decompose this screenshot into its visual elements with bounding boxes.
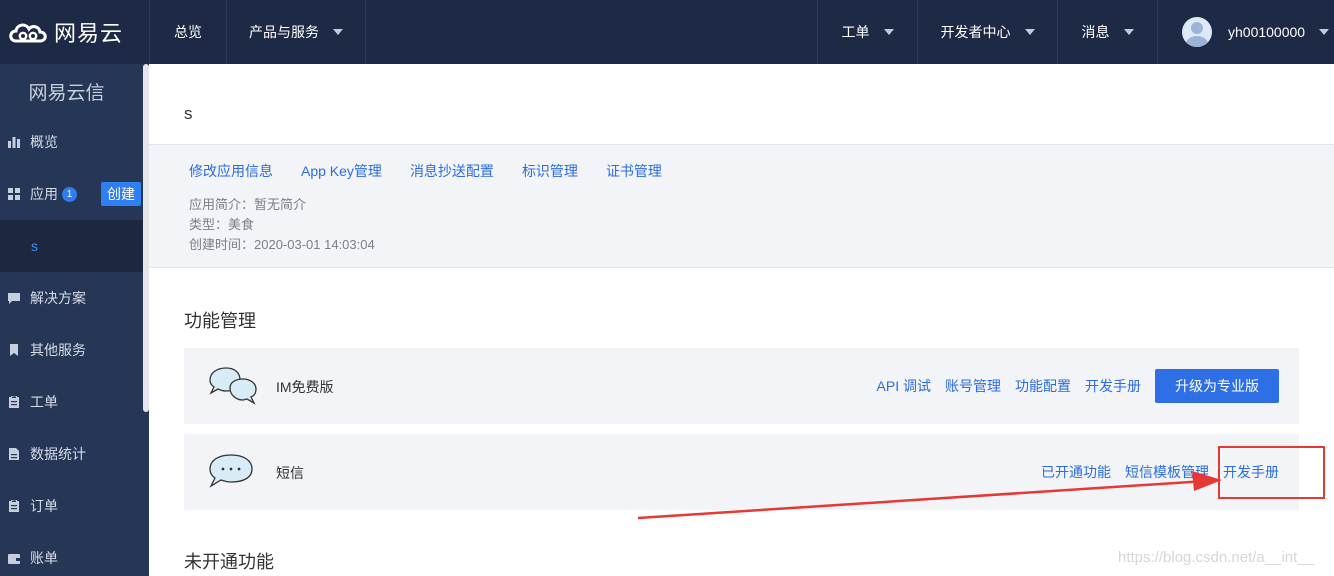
create-app-button[interactable]: 创建 (101, 182, 141, 206)
nav-dev-center-dropdown[interactable]: 开发者中心 (917, 0, 1057, 64)
nav-products-label: 产品与服务 (249, 24, 319, 40)
sidebar-item-label: 其他服务 (30, 342, 86, 358)
speech-bubble-icon (209, 454, 253, 488)
clipboard-icon (9, 500, 19, 512)
function-links-im: API 调试 账号管理 功能配置 开发手册 升级为专业版 (877, 348, 1279, 424)
avatar (1182, 17, 1212, 47)
function-name-sms: 短信 (276, 465, 304, 481)
sidebar-item-label: 账单 (30, 550, 58, 566)
account-manage-link[interactable]: 账号管理 (945, 376, 1001, 396)
sidebar-item-other-services[interactable]: 其他服务 (0, 324, 143, 376)
brand-name: 网易云 (54, 21, 124, 46)
wallet-icon (8, 554, 20, 564)
username: yh00100000 (1228, 24, 1306, 40)
app-created-time: 创建时间：2020-03-01 14:03:04 (189, 237, 375, 252)
nav-messages-label: 消息 (1081, 24, 1110, 40)
im-dev-manual-link[interactable]: 开发手册 (1085, 376, 1141, 396)
bookmark-icon (10, 344, 18, 356)
app-action-links: 修改应用信息 App Key管理 消息抄送配置 标识管理 证书管理 (189, 161, 662, 181)
nav-products-dropdown[interactable]: 产品与服务 (226, 0, 366, 64)
message-cc-config-link[interactable]: 消息抄送配置 (410, 161, 494, 181)
sidebar-item-label: 解决方案 (30, 290, 86, 306)
document-icon (9, 448, 19, 460)
enabled-functions-link[interactable]: 已开通功能 (1041, 462, 1111, 482)
sidebar-item-app-s[interactable]: s (0, 220, 143, 272)
function-config-link[interactable]: 功能配置 (1015, 376, 1071, 396)
nav-overview[interactable]: 总览 (149, 0, 226, 64)
sidebar-item-label: s (31, 238, 38, 254)
cloud-logo-icon (9, 23, 47, 43)
nav-tickets-dropdown[interactable]: 工单 (817, 0, 917, 64)
chevron-down-icon (1319, 29, 1330, 35)
page-title: s (184, 104, 193, 123)
nav-overview-label: 总览 (174, 24, 202, 40)
sidebar-item-orders[interactable]: 订单 (0, 480, 143, 532)
app-type: 类型：美食 (189, 217, 255, 232)
sidebar-item-label: 订单 (30, 498, 58, 514)
sidebar-item-label: 数据统计 (30, 446, 86, 462)
bar-chart-icon (8, 137, 20, 148)
edit-app-info-link[interactable]: 修改应用信息 (189, 161, 273, 181)
function-row-im: IM免费版 API 调试 账号管理 功能配置 开发手册 升级为专业版 (184, 348, 1299, 424)
sidebar-item-overview[interactable]: 概览 (0, 116, 143, 168)
app-count-badge: 1 (62, 186, 77, 202)
chevron-down-icon (333, 29, 343, 35)
nav-dev-center-label: 开发者中心 (940, 24, 1011, 40)
chevron-down-icon (1024, 29, 1035, 35)
function-name-im: IM免费版 (276, 379, 334, 395)
sidebar-item-bills[interactable]: 账单 (0, 532, 143, 576)
app-key-link[interactable]: App Key管理 (301, 161, 382, 181)
identifier-manage-link[interactable]: 标识管理 (522, 161, 578, 181)
sidebar-item-statistics[interactable]: 数据统计 (0, 428, 143, 480)
function-management-title: 功能管理 (184, 311, 256, 331)
sidebar-item-label: 概览 (30, 134, 58, 150)
annotation-highlight-box (1218, 446, 1325, 499)
chevron-down-icon (883, 29, 894, 35)
sms-template-manage-link[interactable]: 短信模板管理 (1125, 462, 1209, 482)
grid-icon (8, 188, 20, 200)
chat-bubbles-icon (209, 367, 257, 405)
app-info-panel: 修改应用信息 App Key管理 消息抄送配置 标识管理 证书管理 应用简介：暂… (149, 144, 1334, 268)
sidebar-item-tickets[interactable]: 工单 (0, 376, 143, 428)
upgrade-pro-button[interactable]: 升级为专业版 (1155, 369, 1279, 403)
watermark: https://blog.csdn.net/a__int__ (1118, 549, 1314, 566)
brand-logo[interactable]: 网易云 (0, 0, 149, 64)
app-intro: 应用简介：暂无简介 (189, 197, 307, 212)
sidebar-title: 网易云信 (28, 83, 105, 104)
sidebar-item-label: 应用 (30, 186, 58, 202)
certificate-manage-link[interactable]: 证书管理 (606, 161, 662, 181)
chat-icon (8, 293, 20, 304)
chevron-down-icon (1123, 29, 1134, 35)
sidebar-item-solutions[interactable]: 解决方案 (0, 272, 143, 324)
clipboard-icon (9, 396, 19, 408)
unopened-functions-title: 未开通功能 (184, 552, 274, 572)
nav-messages-dropdown[interactable]: 消息 (1057, 0, 1157, 64)
api-debug-link[interactable]: API 调试 (877, 376, 931, 396)
function-row-sms: 短信 已开通功能 短信模板管理 开发手册 (184, 434, 1299, 510)
user-menu[interactable]: yh00100000 (1157, 0, 1334, 64)
sidebar-item-label: 工单 (30, 394, 58, 410)
top-navigation-bar: 网易云 总览 产品与服务 工单 开发者中心 消息 yh00100000 (0, 0, 1334, 64)
sidebar: 网易云信 概览 应用 1 创建 s 解决方案 其他服务 工单 数据统计 订单 账… (0, 64, 149, 576)
nav-tickets-label: 工单 (841, 24, 870, 40)
